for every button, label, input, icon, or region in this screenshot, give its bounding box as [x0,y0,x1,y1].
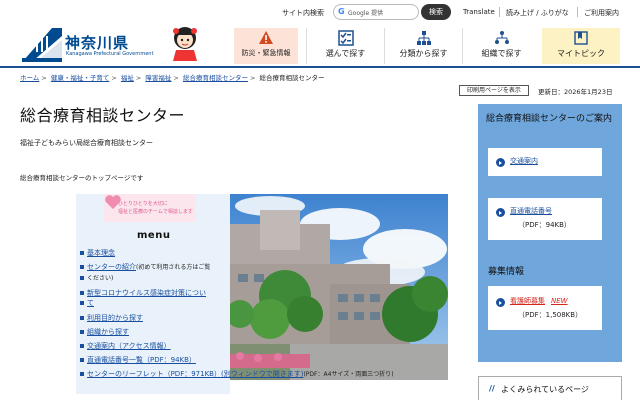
slogan-line-1: ひとりひとりを大切に [118,201,168,207]
nav-disaster-label: 防災・緊急情報 [241,49,291,57]
menu-item-organization[interactable]: 組織から探す [80,327,460,337]
breadcrumb-welfare[interactable]: 福祉 [121,74,134,82]
site-search-label: サイト内検索 [282,9,324,17]
menu-item-covid[interactable]: 新型コロナウイルス感染症対策につい [80,288,460,298]
translate-link[interactable]: Translate [463,8,495,16]
heart-icon [105,195,121,209]
organization-icon [494,31,509,44]
divider [577,7,578,17]
arrow-circle-icon [496,208,505,217]
logo-english: Kanagawa Prefectural Government [66,51,154,57]
logo-text[interactable]: 神奈川県 [65,32,129,53]
slogan-line-2: 福祉と医療のチームで相談します [118,209,193,215]
arrow-circle-icon [496,158,505,167]
nav-choose-search[interactable]: 選んで探す [306,28,384,64]
nav-org-search[interactable]: 組織で探す [462,28,540,64]
sidebar-phone-card[interactable]: 直通電話番号 （PDF：94KB） [488,198,602,240]
header-divider [0,66,640,68]
sidebar-access-card[interactable]: 交通案内 [488,148,602,176]
mascot-icon [173,27,197,61]
recruit-heading: 募集情報 [488,267,525,277]
category-tree-icon [416,31,431,45]
nav-org-label: 組織で探す [481,49,522,58]
popular-pages-heading: よくみられているページ [501,385,589,394]
kanagawa-logo-icon[interactable] [22,28,62,62]
nav-choose-label: 選んで探す [325,49,366,58]
warning-icon [259,31,273,44]
sidebar-access-link[interactable]: 交通案内 [510,156,538,167]
global-nav: 神奈川県 Kanagawa Prefectural Government 防災・… [0,24,640,68]
breadcrumb-health[interactable]: 健康・福祉・子育て [51,74,110,82]
reading-link[interactable]: 読み上げ / ふりがな [506,8,569,18]
breadcrumb-center[interactable]: 総合療育相談センター [183,74,248,82]
menu-item-covid-cont[interactable]: て [80,298,460,308]
sidebar-recruit-card[interactable]: 看護師募集 NEW （PDF：1,508KB） [488,286,602,330]
menu-item-intro[interactable]: センターの紹介(初めて利用される方はご覧 [80,262,460,273]
nav-my-topic-label: マイトピック [557,49,605,58]
menu-item-philosophy[interactable]: 基本理念 [80,248,460,258]
search-button[interactable]: 検索 [421,4,451,20]
checklist-icon [337,30,354,46]
sidebar-phone-link[interactable]: 直通電話番号 [510,206,552,217]
nurse-recruit-link[interactable]: 看護師募集 NEW [510,296,568,307]
menu-item-phone-list[interactable]: 直通電話番号一覧（PDF：94KB） [80,355,460,365]
nav-category-label: 分類から探す [399,49,448,58]
popular-pages-box: // よくみられているページ [478,376,622,400]
breadcrumb-home[interactable]: ホーム [20,74,39,82]
breadcrumb: ホーム > 健康・福祉・子育て > 福祉 > 障害福祉 > 総合療育相談センター > 総合… [20,74,325,82]
department-name: 福祉子どもみらい局総合療育相談センター [20,139,153,147]
page-title: 総合療育相談センター [20,106,186,125]
nurse-recruit-size: （PDF：1,508KB） [518,311,583,319]
search-input[interactable]: G Google 提供 [333,4,419,20]
menu-title: menu [137,230,171,241]
menu-item-intro-cont: ください) [80,273,460,284]
usage-link[interactable]: ご利用案内 [584,8,619,18]
menu-item-leaflet[interactable]: センターのリーフレット（PDF：971KB）(別ウィンドウで開きます)(PDF：… [80,369,460,380]
sidebar-title: 総合療育相談センターのご案内 [486,114,613,124]
intro-text: 総合療育相談センターのトップページです [20,174,144,182]
google-icon: G [338,7,345,16]
new-badge: NEW [551,297,568,305]
sidebar-phone-size: （PDF：94KB） [518,221,571,229]
divider [499,7,500,17]
print-page-button[interactable]: 印刷用ページを表示 [459,85,529,96]
sidebar: 総合療育相談センターのご案内 交通案内 直通電話番号 （PDF：94KB） 募集… [478,104,622,362]
menu-item-access[interactable]: 交通案内（アクセス情報） [80,341,460,351]
bookmark-icon [574,31,588,45]
breadcrumb-disability[interactable]: 障害福祉 [145,74,171,82]
updated-date: 更新日：2026年1月23日 [538,88,613,96]
utility-bar: サイト内検索 G Google 提供 検索 Translate 読み上げ / ふ… [0,0,640,24]
nav-my-topic[interactable]: マイトピック [542,28,620,64]
slash-icon: // [489,384,495,393]
menu-item-purpose[interactable]: 利用目的から探す [80,313,460,323]
menu-list: 基本理念 センターの紹介(初めて利用される方はご覧 ください) 新型コロナウイル… [80,248,460,385]
nav-disaster-info[interactable]: 防災・緊急情報 [234,28,298,64]
arrow-circle-icon [496,298,505,307]
nav-category-search[interactable]: 分類から探す [384,28,462,64]
search-provider-label: Google 提供 [348,10,384,17]
breadcrumb-current: 総合療育相談センター [259,74,325,82]
